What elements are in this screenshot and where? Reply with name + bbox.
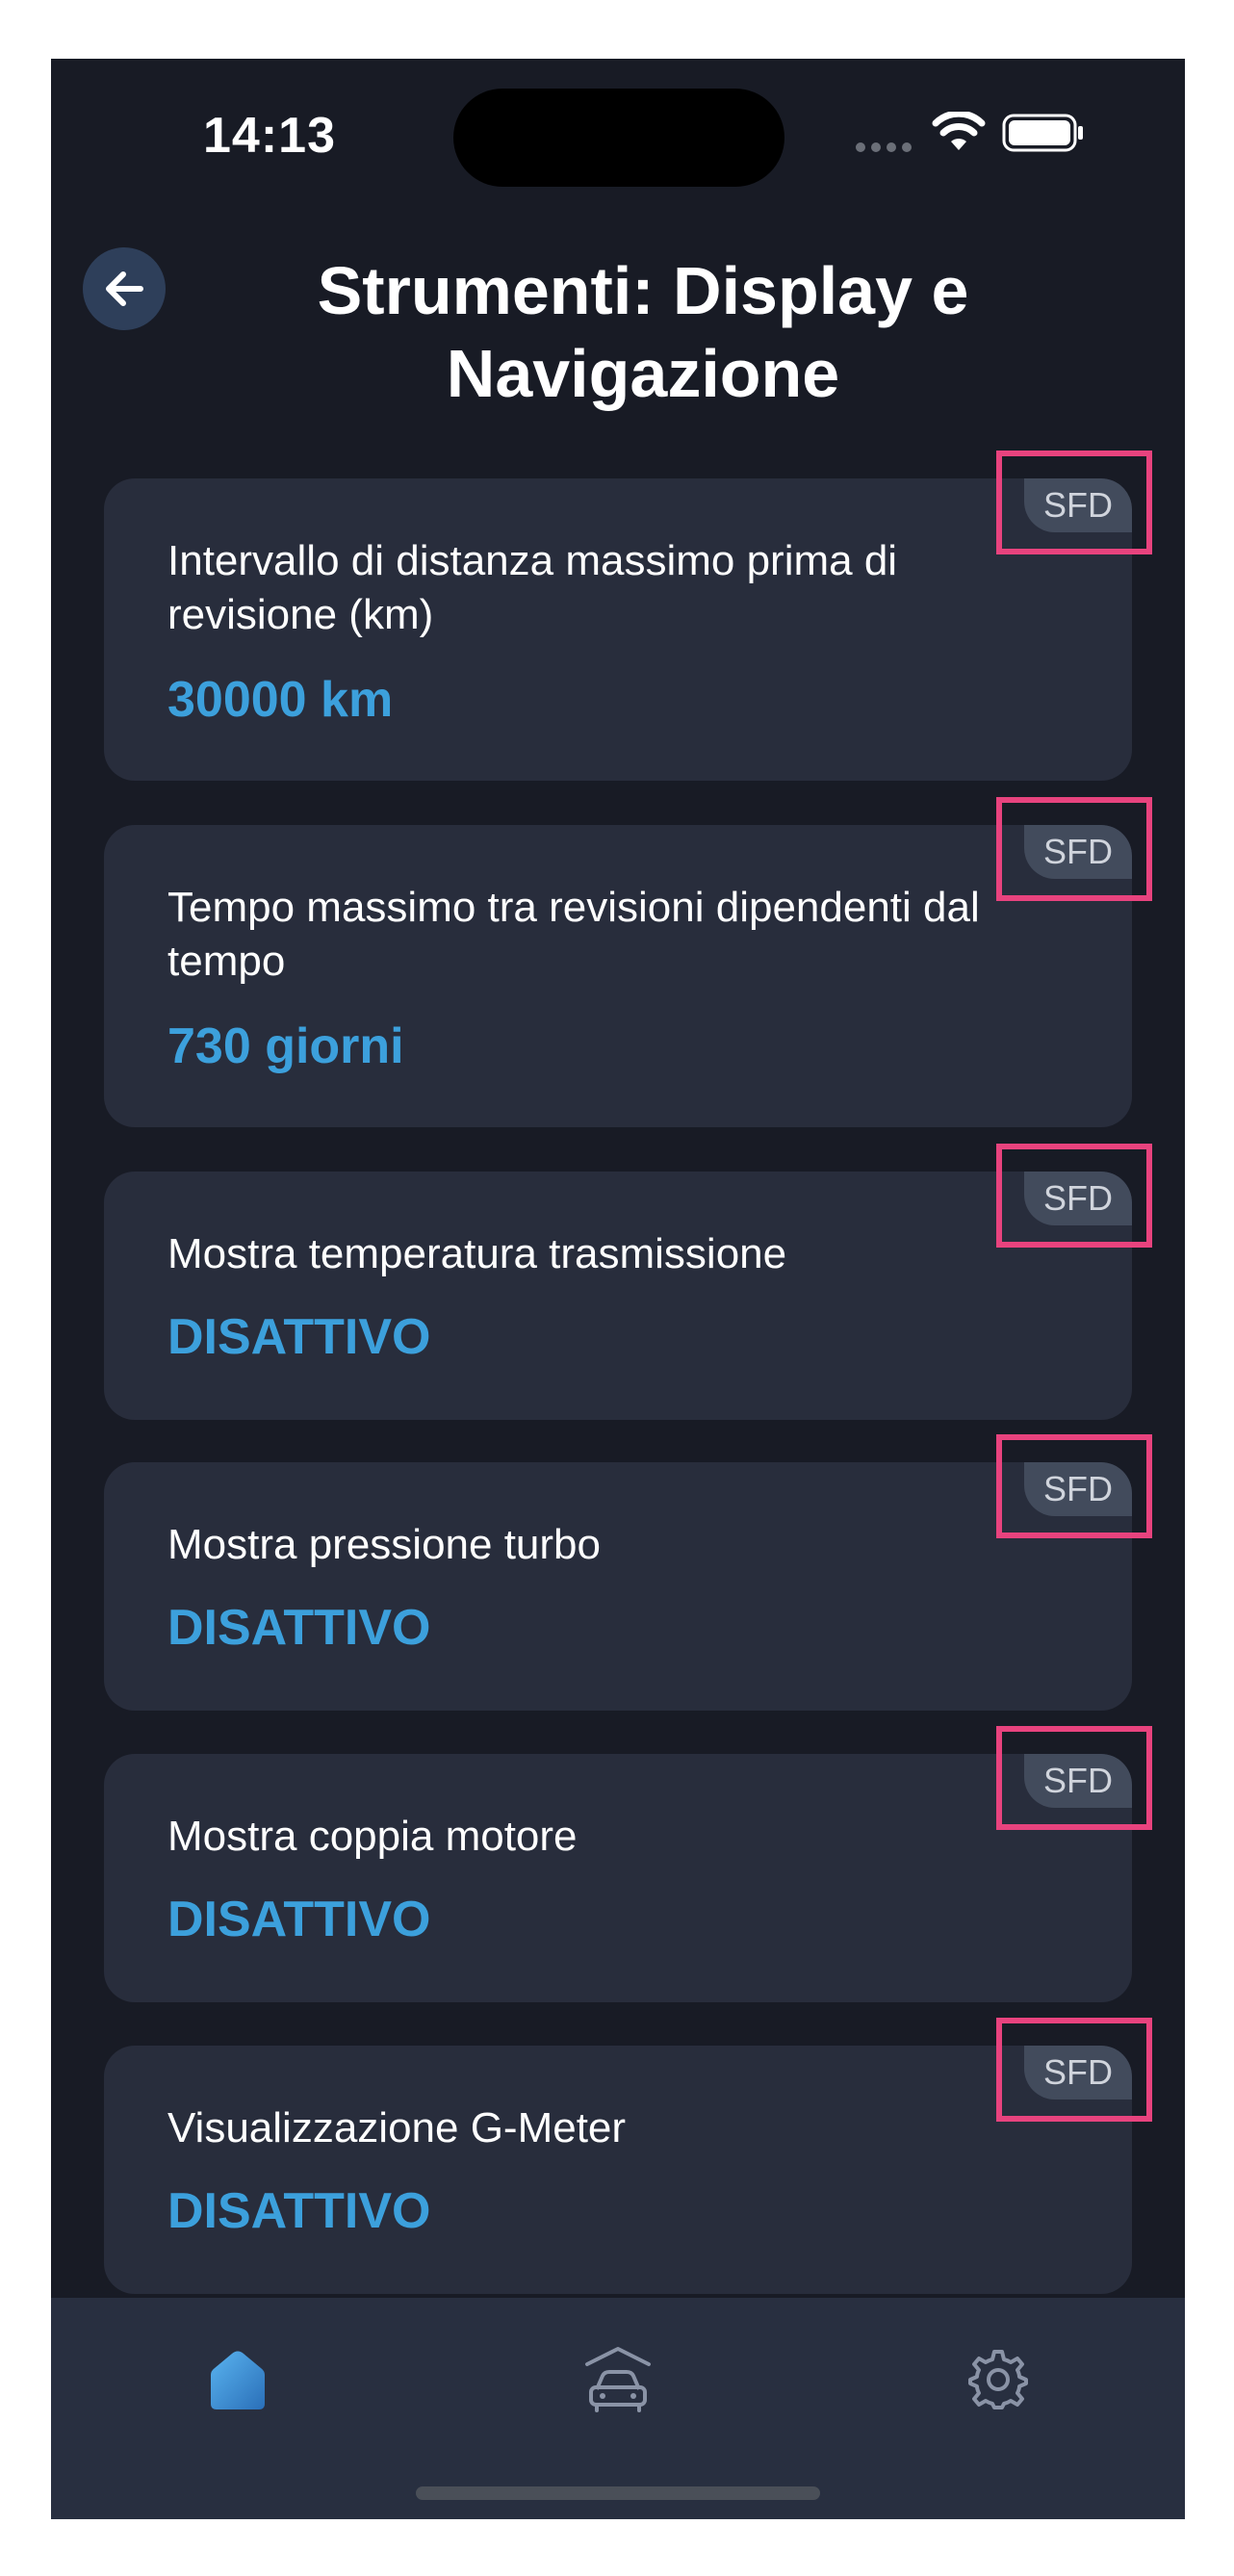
setting-label: Mostra coppia motore xyxy=(167,1813,578,1860)
tab-home[interactable] xyxy=(180,2336,296,2423)
setting-value: DISATTIVO xyxy=(167,1600,431,1656)
setting-label: Tempo massimo tra revisioni dipendenti d… xyxy=(167,884,980,985)
arrow-left-icon xyxy=(106,271,143,306)
setting-label: Mostra temperatura trasmissione xyxy=(167,1230,787,1277)
setting-label: Intervallo di distanza massimo prima di … xyxy=(167,537,898,638)
cellular-signal-icon xyxy=(856,142,912,152)
battery-icon xyxy=(1002,114,1083,152)
page-title: Strumenti: Display e Navigazione xyxy=(317,253,969,411)
setting-label: Visualizzazione G-Meter xyxy=(167,2104,627,2151)
sfd-badge: SFD xyxy=(1024,2046,1132,2099)
setting-value: 30000 km xyxy=(167,672,394,728)
setting-card-g-meter[interactable]: Visualizzazione G-Meter DISATTIVO SFD xyxy=(104,2046,1132,2294)
setting-value: DISATTIVO xyxy=(167,2183,431,2239)
tab-settings[interactable] xyxy=(940,2336,1056,2423)
sfd-badge: SFD xyxy=(1024,1172,1132,1225)
setting-card-max-time[interactable]: Tempo massimo tra revisioni dipendenti d… xyxy=(104,825,1132,1127)
setting-card-max-distance[interactable]: Intervallo di distanza massimo prima di … xyxy=(104,478,1132,781)
setting-value: 730 giorni xyxy=(167,1018,404,1074)
back-button[interactable] xyxy=(83,247,166,330)
phone-screen: 14:13 Strumenti: Display e Navigazione I… xyxy=(51,59,1185,2519)
setting-value: DISATTIVO xyxy=(167,1892,431,1947)
gear-icon xyxy=(968,2350,1028,2409)
status-time: 14:13 xyxy=(203,108,336,164)
wifi-icon xyxy=(932,112,986,150)
sfd-badge: SFD xyxy=(1024,825,1132,879)
tab-vehicle[interactable] xyxy=(560,2336,676,2423)
home-indicator xyxy=(416,2486,820,2500)
setting-label: Mostra pressione turbo xyxy=(167,1521,601,1568)
home-icon xyxy=(211,2351,265,2409)
setting-card-turbo-pressure[interactable]: Mostra pressione turbo DISATTIVO SFD xyxy=(104,1462,1132,1711)
car-garage-icon xyxy=(585,2347,651,2412)
setting-card-transmission-temp[interactable]: Mostra temperatura trasmissione DISATTIV… xyxy=(104,1172,1132,1420)
sfd-badge: SFD xyxy=(1024,478,1132,532)
setting-card-engine-torque[interactable]: Mostra coppia motore DISATTIVO SFD xyxy=(104,1754,1132,2002)
setting-value: DISATTIVO xyxy=(167,1309,431,1365)
sfd-badge: SFD xyxy=(1024,1754,1132,1808)
dynamic-island xyxy=(453,89,784,187)
sfd-badge: SFD xyxy=(1024,1462,1132,1516)
